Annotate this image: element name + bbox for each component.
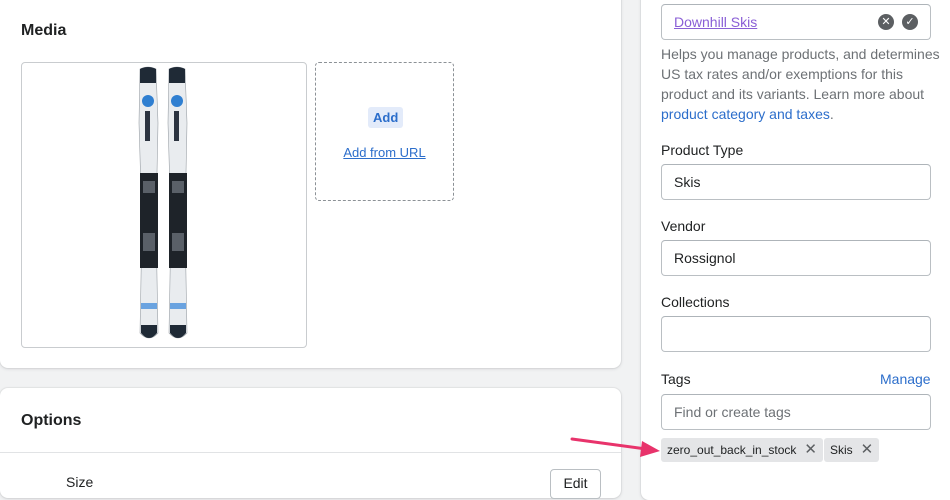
close-icon[interactable]: ✕ <box>804 438 817 462</box>
product-image-skis <box>138 66 188 339</box>
category-help-text: Helps you manage products, and determine… <box>661 46 940 122</box>
product-image-tile[interactable] <box>21 62 307 348</box>
options-title: Options <box>21 412 82 429</box>
vendor-field[interactable]: Rossignol <box>661 240 931 276</box>
product-category-taxes-link[interactable]: product category and taxes <box>661 106 830 122</box>
collections-label: Collections <box>661 294 730 310</box>
manage-tags-link[interactable]: Manage <box>880 371 931 387</box>
media-title: Media <box>21 22 67 39</box>
tag-chip: zero_out_back_in_stock ✕ <box>661 438 823 462</box>
add-from-url-link[interactable]: Add from URL <box>316 145 453 160</box>
tag-chip: Skis ✕ <box>824 438 880 462</box>
close-circle-icon[interactable]: ✕ <box>878 14 894 30</box>
tag-label: zero_out_back_in_stock <box>667 443 797 457</box>
annotation-arrow <box>570 437 660 457</box>
tag-label: Skis <box>830 443 853 457</box>
tags-search-input[interactable]: Find or create tags <box>661 394 931 430</box>
vendor-label: Vendor <box>661 218 706 234</box>
option-name: Size <box>66 474 94 490</box>
add-media-button[interactable]: Add <box>368 107 404 128</box>
product-organization-card: Downhill Skis ✕ ✓ Helps you manage produ… <box>641 0 950 500</box>
close-icon[interactable]: ✕ <box>861 438 874 462</box>
right-ski <box>167 66 188 339</box>
media-card: Media Add Add from URL <box>0 0 621 368</box>
media-dropzone[interactable]: Add Add from URL <box>315 62 454 201</box>
product-type-field[interactable]: Skis <box>661 164 931 200</box>
edit-option-button[interactable]: Edit <box>550 469 601 499</box>
product-type-label: Product Type <box>661 142 744 158</box>
collections-field[interactable] <box>661 316 931 352</box>
check-circle-icon[interactable]: ✓ <box>902 14 918 30</box>
left-ski <box>138 66 159 339</box>
tags-label: Tags <box>661 371 691 387</box>
product-category-field[interactable]: Downhill Skis ✕ ✓ <box>661 4 931 40</box>
options-card: Options Size Edit <box>0 388 621 499</box>
options-divider <box>0 452 621 453</box>
product-category-value: Downhill Skis <box>674 14 758 30</box>
